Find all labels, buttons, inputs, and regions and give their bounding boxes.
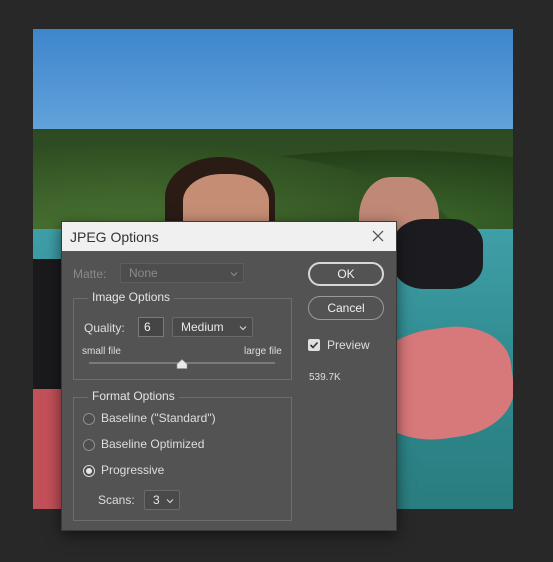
baseline-optimized-label: Baseline Optimized — [101, 437, 205, 451]
cancel-button[interactable]: Cancel — [308, 296, 384, 320]
photo-second-wetsuit — [393, 219, 483, 289]
chevron-down-icon — [238, 322, 248, 332]
slider-thumb-icon[interactable] — [176, 358, 188, 369]
small-file-label: small file — [82, 346, 121, 357]
radio-progressive[interactable] — [83, 465, 95, 477]
radio-baseline-standard[interactable] — [83, 413, 95, 425]
dialog-titlebar[interactable]: JPEG Options — [62, 222, 396, 251]
radio-baseline-optimized[interactable] — [83, 439, 95, 451]
quality-preset-value: Medium — [181, 320, 224, 334]
matte-select[interactable]: None — [120, 263, 244, 283]
format-options-title: Format Options — [88, 389, 179, 403]
baseline-standard-label: Baseline ("Standard") — [101, 411, 216, 425]
scans-label: Scans: — [98, 493, 135, 507]
ok-button[interactable]: OK — [308, 262, 384, 286]
chevron-down-icon — [229, 268, 239, 278]
file-size-value: 539.7K — [309, 372, 341, 383]
dialog-title: JPEG Options — [70, 229, 159, 245]
preview-checkbox[interactable] — [308, 339, 320, 351]
large-file-label: large file — [244, 346, 282, 357]
quality-input[interactable]: 6 — [138, 317, 164, 337]
preview-label: Preview — [327, 338, 370, 352]
close-icon[interactable] — [369, 227, 387, 245]
quality-preset-select[interactable]: Medium — [172, 317, 253, 337]
chevron-down-icon — [165, 495, 175, 505]
matte-value: None — [129, 266, 158, 280]
image-options-title: Image Options — [88, 290, 175, 304]
progressive-label: Progressive — [101, 463, 165, 477]
quality-label: Quality: — [84, 321, 125, 335]
scans-value: 3 — [153, 493, 160, 507]
scans-select[interactable]: 3 — [144, 490, 180, 510]
matte-label: Matte: — [73, 267, 107, 281]
jpeg-options-dialog: JPEG Options Matte: None Image Options Q… — [61, 221, 397, 531]
